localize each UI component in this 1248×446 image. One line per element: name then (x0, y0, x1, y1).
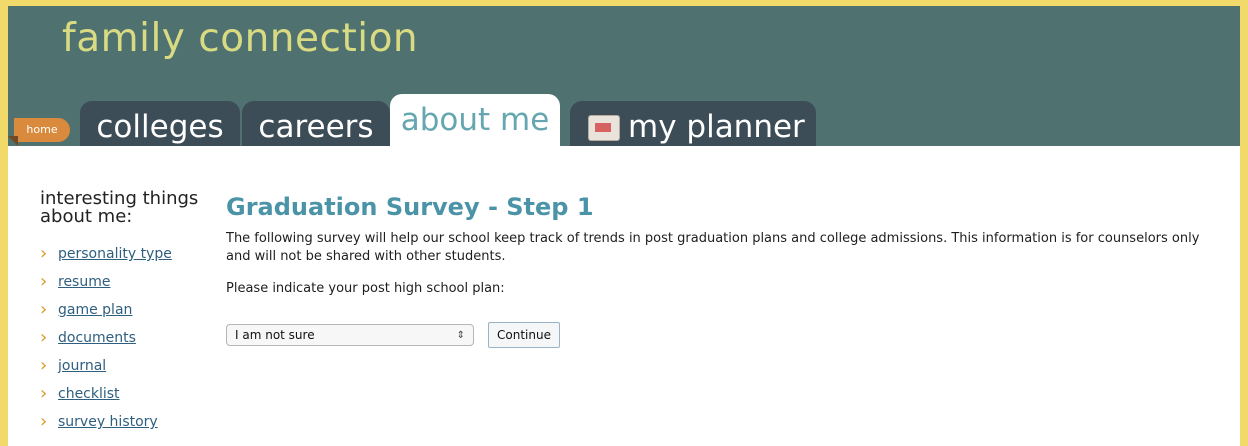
sidebar-item-resume[interactable]: › resume (40, 268, 220, 296)
sidebar-item-label[interactable]: checklist (58, 386, 120, 402)
sidebar-item-survey-history[interactable]: › survey history (40, 408, 220, 436)
tab-my-planner[interactable]: my planner (570, 101, 816, 146)
home-fold-corner (8, 136, 18, 146)
sidebar-item-documents[interactable]: › documents (40, 324, 220, 352)
chevron-right-icon: › (40, 383, 48, 404)
brand-title: family connection (62, 16, 419, 61)
chevron-right-icon: › (40, 355, 48, 376)
chevron-right-icon: › (40, 327, 48, 348)
sidebar-item-checklist[interactable]: › checklist (40, 380, 220, 408)
chevron-right-icon: › (40, 243, 48, 264)
plan-form: I am not sure ⇕ Continue (226, 322, 560, 348)
page-title: Graduation Survey - Step 1 (226, 193, 594, 221)
tab-colleges-label: colleges (96, 109, 224, 145)
sidebar-title-line2: about me: (40, 206, 133, 227)
sidebar: interesting things about me: › personali… (40, 190, 220, 436)
header: family connection home colleges careers … (8, 6, 1240, 146)
survey-description: The following survey will help our schoo… (226, 231, 1200, 264)
sidebar-item-label[interactable]: personality type (58, 246, 172, 262)
sidebar-item-label[interactable]: journal (58, 358, 106, 374)
tab-about-me[interactable]: about me (390, 94, 560, 146)
sidebar-item-journal[interactable]: › journal (40, 352, 220, 380)
tab-careers[interactable]: careers (242, 101, 390, 146)
continue-button-label: Continue (497, 328, 551, 342)
sidebar-item-personality-type[interactable]: › personality type (40, 240, 220, 268)
tab-careers-label: careers (258, 109, 374, 145)
home-button[interactable]: home (14, 118, 70, 142)
main-content: Graduation Survey - Step 1 The following… (226, 190, 1226, 348)
tab-about-me-label: about me (400, 102, 550, 138)
calendar-icon (588, 115, 620, 141)
tab-colleges[interactable]: colleges (80, 101, 240, 146)
home-label: home (26, 123, 58, 136)
continue-button[interactable]: Continue (488, 322, 560, 348)
plan-select[interactable]: I am not sure ⇕ (226, 324, 474, 346)
chevron-right-icon: › (40, 411, 48, 432)
sidebar-item-label[interactable]: game plan (58, 302, 132, 318)
sidebar-item-game-plan[interactable]: › game plan (40, 296, 220, 324)
sidebar-item-label[interactable]: documents (58, 330, 136, 346)
updown-arrows-icon: ⇕ (456, 329, 465, 341)
plan-prompt: Please indicate your post high school pl… (226, 281, 505, 296)
sidebar-item-label[interactable]: survey history (58, 414, 158, 430)
chevron-right-icon: › (40, 299, 48, 320)
plan-select-value: I am not sure (235, 328, 315, 342)
sidebar-title: interesting things about me: (40, 190, 220, 226)
sidebar-item-label[interactable]: resume (58, 274, 110, 290)
frame-left (0, 0, 8, 446)
frame-right (1240, 0, 1248, 446)
chevron-right-icon: › (40, 271, 48, 292)
tab-my-planner-label: my planner (628, 109, 805, 145)
